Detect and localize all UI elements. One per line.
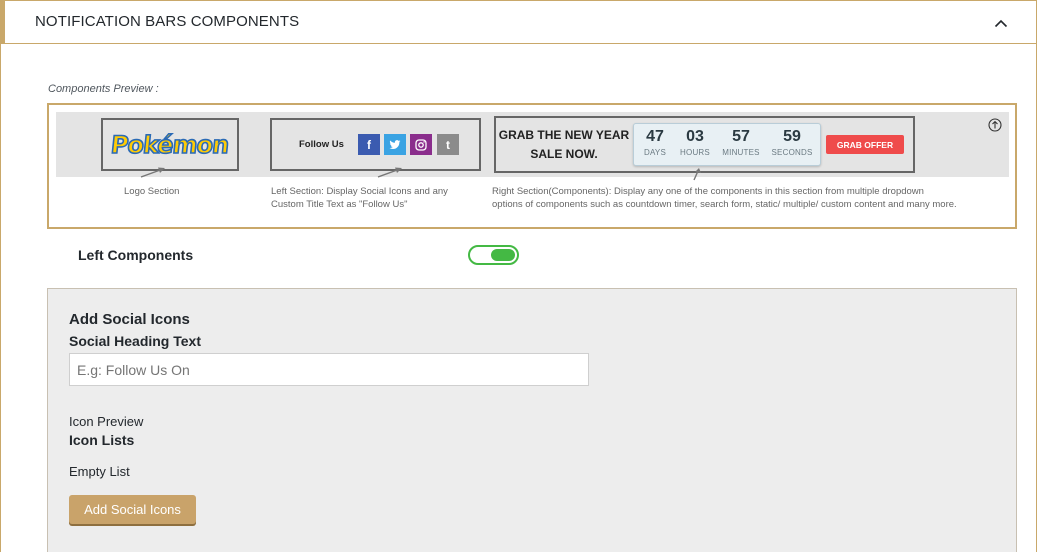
facebook-icon: f [358, 134, 380, 155]
countdown-seconds: 59 SECONDS [771, 128, 813, 157]
preview-left-section: Follow Us f t [270, 118, 481, 171]
right-section-caption: Right Section(Components): Display any o… [492, 185, 957, 211]
social-heading-text-label: Social Heading Text [69, 333, 201, 349]
follow-us-text: Follow Us [299, 139, 344, 150]
toggle-knob [491, 249, 515, 261]
components-preview: Pokémon Follow Us f t GRAB THE NEW YEAR … [47, 103, 1017, 229]
arrow-up-circle-icon[interactable] [988, 118, 1002, 132]
right-caption-line-1: Right Section(Components): Display any o… [492, 186, 924, 197]
grab-sale-text: GRAB THE NEW YEAR SALE NOW. [496, 126, 632, 164]
right-caption-line-2: options of components such as countdown … [492, 199, 957, 210]
preview-right-section: GRAB THE NEW YEAR SALE NOW. 47 DAYS 03 H… [494, 116, 915, 173]
left-caption-line-1: Left Section: Display Social Icons and a… [271, 186, 448, 197]
grab-line-1: GRAB THE NEW YEAR [498, 128, 630, 142]
arrow-logo-icon [140, 167, 165, 178]
countdown-timer: 47 DAYS 03 HOURS 57 MINUTES 59 SECONDS [633, 123, 821, 166]
arrow-right-section-icon [693, 168, 701, 181]
logo-section-caption: Logo Section [124, 186, 180, 197]
social-heading-input[interactable] [69, 353, 589, 386]
left-components-label: Left Components [78, 247, 194, 263]
icon-preview-label: Icon Preview [69, 414, 144, 429]
add-social-icons-heading: Add Social Icons [69, 311, 190, 328]
chevron-up-icon [994, 19, 1008, 27]
notification-bars-panel: NOTIFICATION BARS COMPONENTS Components … [0, 0, 1037, 552]
grab-line-2: SALE NOW. [530, 147, 598, 161]
grab-offer-button: GRAB OFFER [826, 135, 904, 154]
left-components-toggle[interactable] [468, 245, 519, 265]
components-preview-label: Components Preview : [48, 83, 159, 95]
countdown-days: 47 DAYS [644, 128, 666, 157]
pokemon-logo: Pokémon [109, 130, 231, 160]
countdown-hours: 03 HOURS [680, 128, 710, 157]
instagram-icon [410, 134, 432, 155]
preview-notification-bar: Pokémon Follow Us f t GRAB THE NEW YEAR … [56, 112, 1009, 177]
empty-list-label: Empty List [69, 464, 130, 479]
icon-lists-label: Icon Lists [69, 432, 135, 448]
twitter-icon [384, 134, 406, 155]
left-section-caption: Left Section: Display Social Icons and a… [271, 185, 448, 211]
panel-title: NOTIFICATION BARS COMPONENTS [35, 13, 300, 30]
tumblr-icon: t [437, 134, 459, 155]
countdown-minutes: 57 MINUTES [722, 128, 760, 157]
collapse-button[interactable] [989, 11, 1013, 35]
left-caption-line-2: Custom Title Text as "Follow Us" [271, 199, 408, 210]
social-icons-settings: Add Social Icons Social Heading Text Ico… [47, 288, 1017, 552]
add-social-icons-button[interactable]: Add Social Icons [69, 495, 196, 524]
panel-header[interactable]: NOTIFICATION BARS COMPONENTS [1, 1, 1036, 44]
preview-logo-section: Pokémon [101, 118, 239, 171]
arrow-left-section-icon [377, 167, 402, 178]
